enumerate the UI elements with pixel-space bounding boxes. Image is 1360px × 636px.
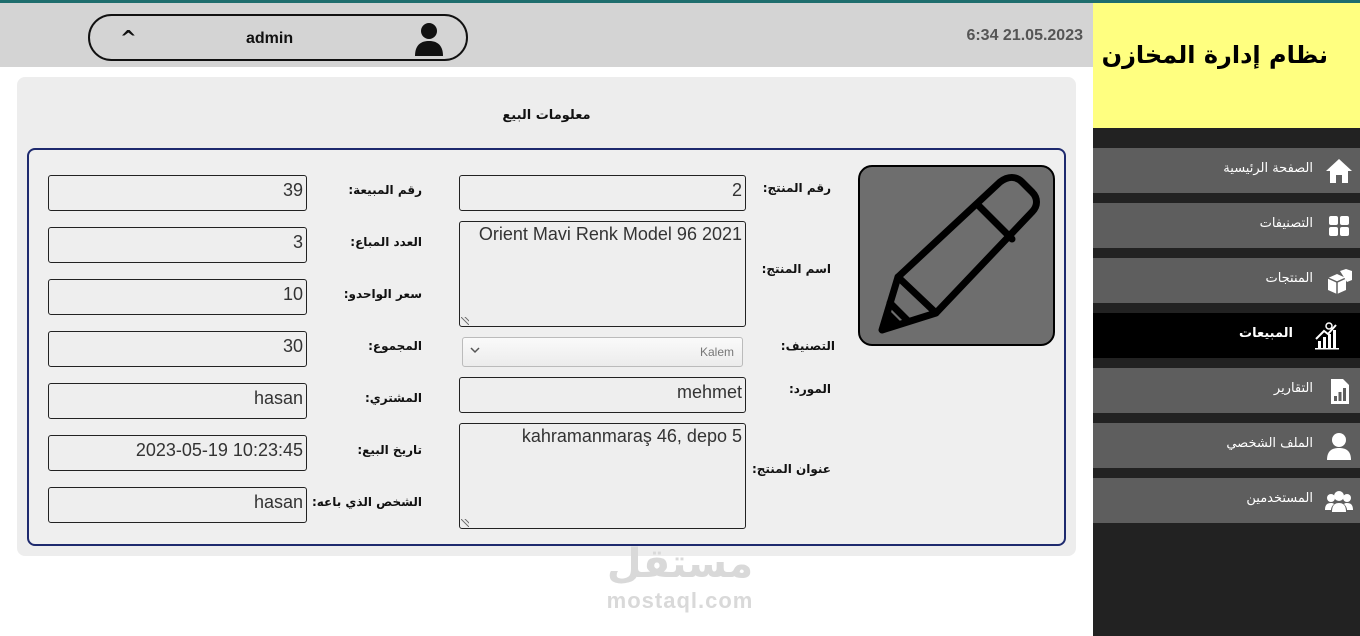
product-number-label: رقم المنتج: (762, 181, 831, 195)
buyer-label: المشتري: (364, 391, 422, 405)
chevron-up-icon[interactable]: ^ (120, 26, 137, 50)
top-header: ^ admin 6:34 21.05.2023 (0, 3, 1093, 67)
watermark: مستقل mostaql.com (580, 540, 780, 614)
sidebar: نظام إدارة المخازن الصفحة الرئيسية التصن… (1093, 3, 1360, 636)
users-icon (1325, 491, 1353, 512)
sidebar-item-sales[interactable]: المبيعات (1093, 313, 1360, 358)
sidebar-item-label: المستخدمين (1246, 491, 1313, 506)
sidebar-item-products[interactable]: المنتجات (1093, 258, 1360, 303)
sidebar-item-label: المبيعات (1239, 326, 1293, 341)
sidebar-item-home[interactable]: الصفحة الرئيسية (1093, 148, 1360, 193)
boxes-icon (1327, 269, 1352, 294)
brand-header: نظام إدارة المخازن (1093, 3, 1360, 128)
resize-grip-icon[interactable] (461, 317, 469, 325)
sidebar-item-profile[interactable]: الملف الشخصي (1093, 423, 1360, 468)
pencil-icon (878, 174, 1040, 334)
seller-field[interactable]: hasan (48, 487, 307, 523)
buyer-field[interactable]: hasan (48, 383, 307, 419)
sale-number-field[interactable]: 39 (48, 175, 307, 211)
chevron-down-icon (470, 347, 480, 354)
panel-title: معلومات البيع (502, 108, 591, 123)
home-icon (1326, 159, 1352, 183)
sidebar-item-label: الملف الشخصي (1226, 436, 1313, 451)
sidebar-item-categories[interactable]: التصنيفات (1093, 203, 1360, 248)
category-select[interactable]: Kalem (462, 337, 743, 367)
sidebar-item-users[interactable]: المستخدمين (1093, 478, 1360, 523)
sidebar-item-label: الصفحة الرئيسية (1223, 161, 1313, 176)
unit-price-label: سعر الواحدو: (343, 287, 422, 301)
product-address-textarea[interactable]: kahramanmaraş 46, depo 5 (459, 423, 746, 529)
supplier-field[interactable]: mehmet (459, 377, 746, 413)
app-title: نظام إدارة المخازن (1101, 41, 1328, 69)
total-field[interactable]: 30 (48, 331, 307, 367)
total-label: المجموع: (368, 339, 422, 353)
unit-price-field[interactable]: 10 (48, 279, 307, 315)
user-avatar-icon (415, 23, 443, 56)
sale-info-panel: معلومات البيع 39 رقم المبيعة: 3 العدد ال… (17, 77, 1076, 556)
sidebar-item-label: التقارير (1273, 381, 1313, 396)
sale-form: 39 رقم المبيعة: 3 العدد المباع: 10 سعر ا… (27, 148, 1066, 546)
watermark-arabic: مستقل (606, 541, 754, 587)
category-label: التصنيف: (780, 339, 835, 353)
sale-date-label: تاريخ البيع: (357, 443, 422, 457)
watermark-latin: mostaql.com (606, 588, 754, 613)
category-selected-value: Kalem (699, 345, 734, 359)
product-name-label: اسم المنتج: (761, 262, 831, 276)
sale-number-label: رقم المبيعة: (348, 183, 422, 197)
quantity-sold-label: العدد المباع: (350, 235, 422, 249)
grid-icon (1329, 216, 1349, 236)
product-number-field[interactable]: 2 (459, 175, 746, 211)
username-label: admin (246, 30, 294, 47)
user-menu[interactable]: ^ admin (88, 14, 468, 61)
datetime-display: 6:34 21.05.2023 (966, 27, 1083, 44)
sidebar-item-reports[interactable]: التقارير (1093, 368, 1360, 413)
product-address-text: kahramanmaraş 46, depo 5 (521, 426, 742, 446)
seller-label: الشخص الذي باعه: (311, 495, 422, 509)
product-address-label: عنوان المنتج: (751, 462, 831, 476)
sidebar-item-label: التصنيفات (1259, 216, 1313, 231)
sales-chart-icon (1315, 322, 1339, 350)
edit-image-box (858, 165, 1055, 346)
product-name-textarea[interactable]: Orient Mavi Renk Model 96 2021 (459, 221, 746, 327)
product-name-text: Orient Mavi Renk Model 96 2021 (478, 224, 742, 244)
resize-grip-icon[interactable] (461, 519, 469, 527)
supplier-label: المورد: (788, 382, 831, 396)
sale-date-field[interactable]: 2023-05-19 10:23:45 (48, 435, 307, 471)
user-icon (1327, 433, 1351, 460)
quantity-sold-field[interactable]: 3 (48, 227, 307, 263)
sidebar-item-label: المنتجات (1265, 271, 1313, 286)
report-icon (1331, 379, 1349, 404)
